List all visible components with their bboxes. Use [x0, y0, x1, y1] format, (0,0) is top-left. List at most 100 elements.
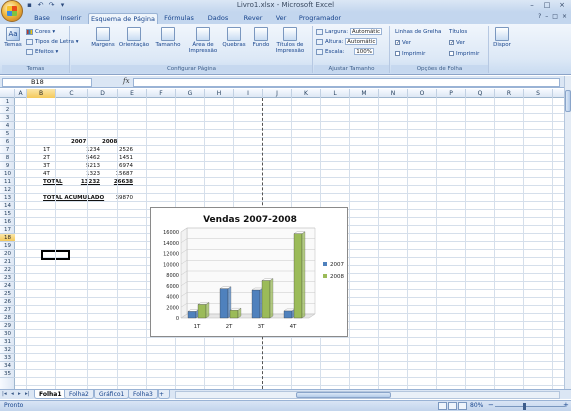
save-icon[interactable]: ▪	[25, 1, 34, 10]
column-header-g[interactable]: G	[176, 89, 205, 98]
row-header-21[interactable]: 21	[0, 258, 15, 266]
row-header-16[interactable]: 16	[0, 218, 15, 226]
row-header-25[interactable]: 25	[0, 290, 15, 298]
tab-rever[interactable]: Rever	[240, 13, 266, 24]
maximize-button[interactable]: □	[540, 0, 554, 11]
row-label-3t[interactable]: 3T	[43, 162, 50, 170]
escala-spinner[interactable]: 100%	[354, 48, 374, 55]
row-label-1t[interactable]: 1T	[43, 146, 50, 154]
cell-4t-2008[interactable]: 15687	[103, 170, 134, 178]
row-header-1[interactable]: 1	[0, 98, 15, 106]
column-header-p[interactable]: P	[437, 89, 466, 98]
zoom-slider[interactable]	[495, 406, 565, 407]
row-header-28[interactable]: 28	[0, 314, 15, 322]
zoom-out-icon[interactable]: −	[488, 401, 494, 409]
quebras-button[interactable]: Quebras	[219, 27, 249, 48]
column-header-k[interactable]: K	[292, 89, 321, 98]
row-header-29[interactable]: 29	[0, 322, 15, 330]
chart[interactable]: Vendas 2007-2008 0 2000 4000 6000 8000 10000 12…	[150, 207, 348, 337]
normal-view-icon[interactable]	[438, 402, 447, 410]
row-header-13[interactable]: 13	[0, 194, 15, 202]
tab-esquema-de-pagina[interactable]: Esquema de Página	[88, 13, 158, 24]
column-header-j[interactable]: J	[263, 89, 292, 98]
row-label-4t[interactable]: 4T	[43, 170, 50, 178]
close-button[interactable]: ×	[555, 0, 569, 11]
row-header-35[interactable]: 35	[0, 370, 15, 378]
row-header-9[interactable]: 9	[0, 162, 15, 170]
row-header-34[interactable]: 34	[0, 362, 15, 370]
column-header-f[interactable]: F	[147, 89, 176, 98]
column-header-s[interactable]: S	[524, 89, 553, 98]
prev-sheet-icon[interactable]: ◂	[11, 391, 14, 397]
column-header-l[interactable]: L	[321, 89, 350, 98]
ribbon-restore-button[interactable]: □	[552, 13, 558, 20]
gridlines-imprimir-checkbox[interactable]: Imprimir	[395, 50, 425, 58]
total-2007[interactable]: 13232	[71, 178, 100, 186]
last-sheet-icon[interactable]: ▸|	[25, 391, 30, 397]
acumulado-value[interactable]: 39870	[103, 194, 134, 202]
row-header-26[interactable]: 26	[0, 298, 15, 306]
row-header-8[interactable]: 8	[0, 154, 15, 162]
office-button[interactable]	[1, 0, 23, 22]
sheet-tab-folha3[interactable]: Folha3	[128, 390, 158, 399]
row-header-27[interactable]: 27	[0, 306, 15, 314]
cell-4t-2007[interactable]: 1323	[71, 170, 100, 178]
titulos-impressao-button[interactable]: Títulos de Impressão	[273, 27, 307, 54]
cell-3t-2007[interactable]: 5213	[71, 162, 100, 170]
column-header-d[interactable]: D	[88, 89, 118, 98]
sheet-tab-folha1[interactable]: Folha1	[34, 390, 67, 399]
tab-inserir[interactable]: Inserir	[58, 13, 84, 24]
insert-sheet-icon[interactable]: +	[158, 390, 170, 399]
column-header-n[interactable]: N	[379, 89, 408, 98]
total-2008[interactable]: 26638	[103, 178, 133, 186]
sheet-tab-grafico1[interactable]: Gráfico1	[94, 390, 130, 399]
cell-2t-2008[interactable]: 1451	[103, 154, 133, 162]
row-header-20[interactable]: 20	[0, 250, 15, 258]
row-header-19[interactable]: 19	[0, 242, 15, 250]
gridlines-ver-checkbox[interactable]: ✓ Ver	[395, 39, 411, 47]
customize-icon[interactable]: ▾	[58, 1, 67, 10]
row-header-30[interactable]: 30	[0, 330, 15, 338]
page-layout-view-icon[interactable]	[448, 402, 457, 410]
zoom-level[interactable]: 80%	[470, 402, 483, 409]
column-header-q[interactable]: Q	[466, 89, 495, 98]
row-header-10[interactable]: 10	[0, 170, 15, 178]
row-label-2t[interactable]: 2T	[43, 154, 50, 162]
fundo-button[interactable]: Fundo	[249, 27, 273, 48]
tab-ver[interactable]: Ver	[272, 13, 290, 24]
tab-programador[interactable]: Programador	[296, 13, 344, 24]
cores-button[interactable]: Cores ▾	[26, 28, 55, 36]
row-header-14[interactable]: 14	[0, 202, 15, 210]
column-header-e[interactable]: E	[118, 89, 147, 98]
row-header-6[interactable]: 6	[0, 138, 15, 146]
dispor-button[interactable]: Dispor	[493, 27, 511, 48]
row-header-17[interactable]: 17	[0, 226, 15, 234]
column-header-a[interactable]: A	[15, 89, 27, 98]
row-header-7[interactable]: 7	[0, 146, 15, 154]
altura-dropdown[interactable]: Automátic	[345, 38, 378, 45]
vertical-scroll-thumb[interactable]	[565, 90, 571, 112]
redo-icon[interactable]: ↷	[47, 1, 56, 10]
cell-3t-2008[interactable]: 6974	[103, 162, 133, 170]
formula-input[interactable]	[133, 78, 560, 87]
column-header-i[interactable]: I	[234, 89, 263, 98]
orientacao-button[interactable]: Orientação	[117, 27, 151, 48]
minimize-button[interactable]: –	[525, 0, 539, 11]
row-header-32[interactable]: 32	[0, 346, 15, 354]
row-header-31[interactable]: 31	[0, 338, 15, 346]
name-box[interactable]: B18	[2, 78, 92, 87]
temas-button[interactable]: Aa Temas	[4, 27, 22, 48]
row-header-24[interactable]: 24	[0, 282, 15, 290]
column-header-c[interactable]: C	[56, 89, 88, 98]
zoom-in-icon[interactable]: +	[563, 401, 569, 409]
help-icon[interactable]: ?	[538, 13, 541, 20]
tab-dados[interactable]: Dados	[204, 13, 232, 24]
vertical-scrollbar[interactable]	[564, 76, 571, 389]
row-header-22[interactable]: 22	[0, 266, 15, 274]
headings-imprimir-checkbox[interactable]: Imprimir	[449, 50, 479, 58]
efeitos-button[interactable]: Efeitos ▾	[26, 48, 58, 56]
horizontal-scroll-thumb[interactable]	[296, 392, 391, 398]
insert-function-icon[interactable]: fx	[123, 77, 130, 85]
cell-1t-2008[interactable]: 2526	[103, 146, 133, 154]
row-header-15[interactable]: 15	[0, 210, 15, 218]
